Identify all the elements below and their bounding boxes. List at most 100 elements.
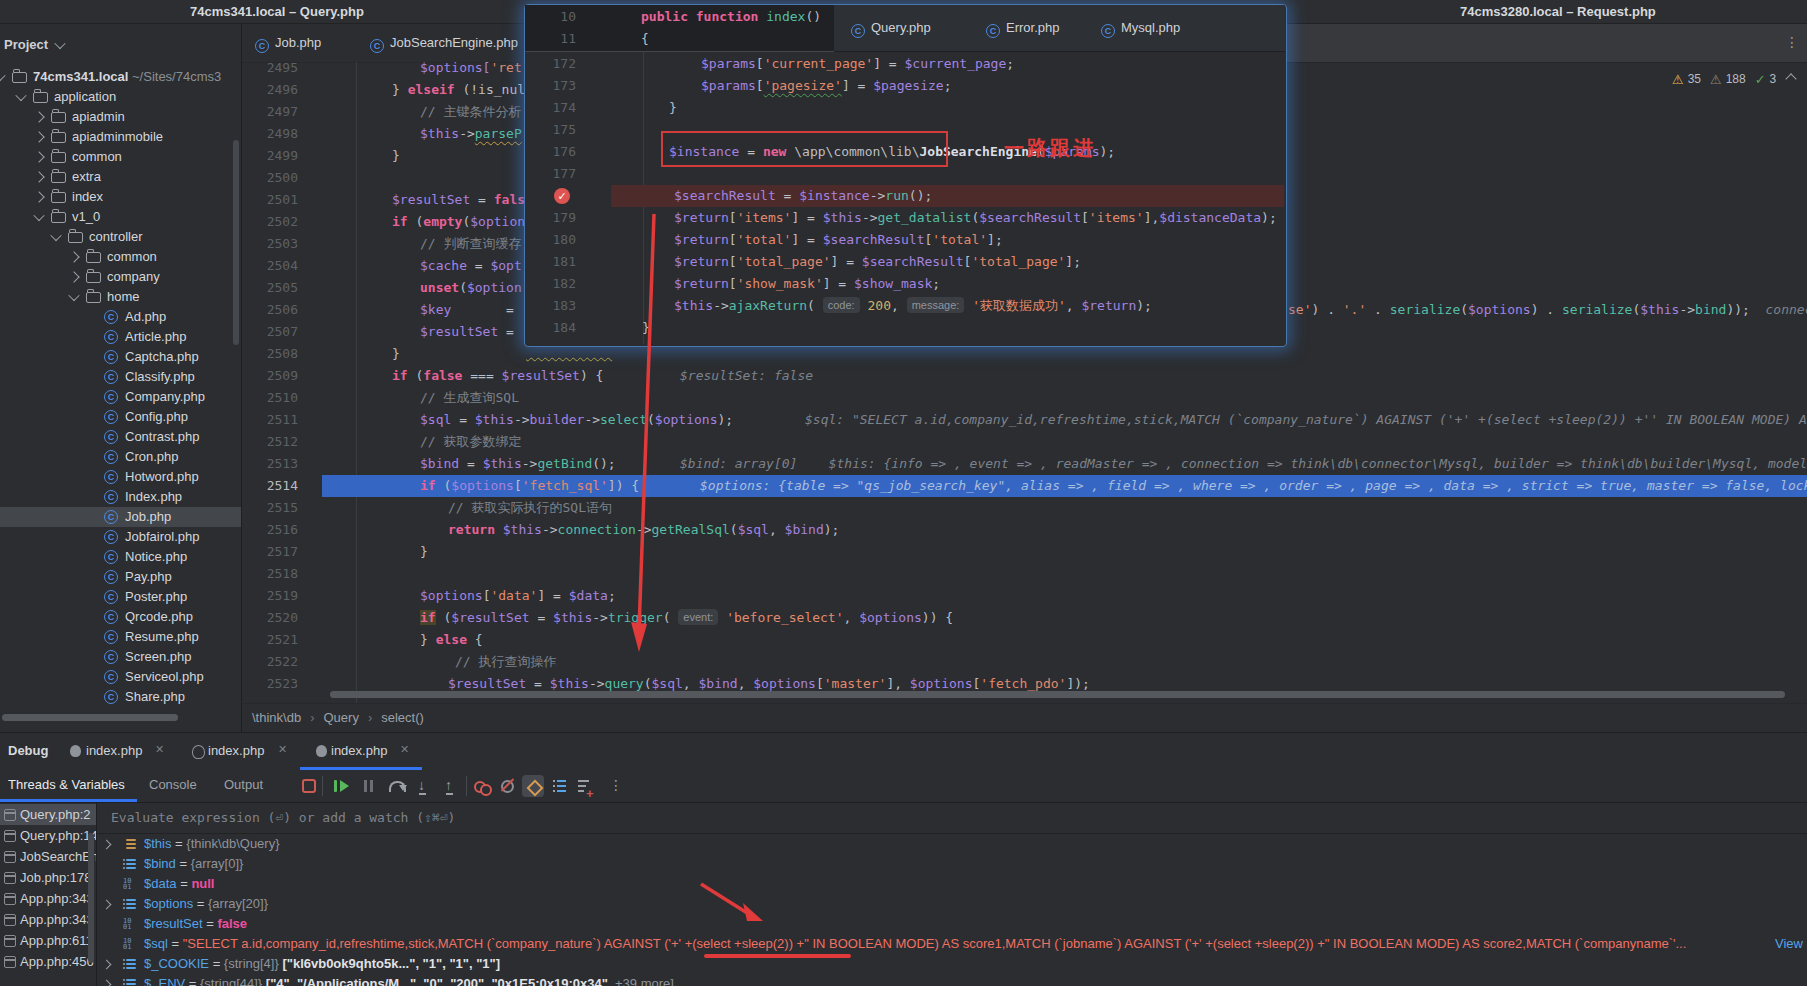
tree-item-captcha-php[interactable]: CCaptcha.php (0, 347, 241, 367)
step-over-button[interactable] (388, 777, 406, 795)
chevron-down-icon[interactable] (68, 290, 79, 301)
frame-row[interactable]: App.php:456 (0, 951, 96, 972)
threads-view-icon[interactable] (552, 777, 570, 795)
editor-horizontal-scrollbar[interactable] (330, 691, 1785, 698)
frame-row[interactable]: JobSearchEn (0, 846, 96, 867)
editor-tab-job-php[interactable]: CJob.php (255, 23, 321, 62)
tree-item-index[interactable]: index (0, 187, 241, 207)
tree-item-ad-php[interactable]: CAd.php (0, 307, 241, 327)
chevron-down-icon[interactable] (15, 90, 26, 101)
chevron-down-icon[interactable] (33, 210, 44, 221)
variable-row-resultset[interactable]: 1001$resultSet = false (97, 914, 1807, 934)
tree-item-common[interactable]: common (0, 247, 241, 267)
breakpoint-icon[interactable]: ✓ (554, 188, 570, 204)
tree-item-company[interactable]: company (0, 267, 241, 287)
tree-item-apiadminmobile[interactable]: apiadminmobile (0, 127, 241, 147)
tree-horizontal-scrollbar[interactable] (2, 714, 178, 721)
tree-item-resume-php[interactable]: CResume.php (0, 627, 241, 647)
chevron-right-icon[interactable] (33, 191, 44, 202)
breadcrumb-item[interactable]: select() (381, 710, 424, 725)
tree-item-config-php[interactable]: CConfig.php (0, 407, 241, 427)
editor-tab-jobsearchengine-php[interactable]: CJobSearchEngine.php (370, 23, 518, 62)
tree-item-share-php[interactable]: CShare.php (0, 687, 241, 707)
variable-row-_env[interactable]: $_ENV = {string[44]} ["4", "/Application… (97, 974, 1807, 986)
tree-item-article-php[interactable]: CArticle.php (0, 327, 241, 347)
variable-row-_cookie[interactable]: $_COOKIE = {string[4]} ["kl6vb0ok9qhto5k… (97, 954, 1807, 974)
tree-item-cron-php[interactable]: CCron.php (0, 447, 241, 467)
expander-icon[interactable] (102, 840, 112, 850)
tree-vertical-scrollbar[interactable] (233, 140, 239, 345)
step-into-button[interactable]: ↓ (415, 777, 433, 795)
chevron-right-icon[interactable] (68, 271, 79, 282)
show-execution-point-button[interactable] (524, 777, 542, 795)
tree-item-jobfairol-php[interactable]: CJobfairol.php (0, 527, 241, 547)
tree-item-controller[interactable]: controller (0, 227, 241, 247)
step-out-button[interactable]: ↑ (442, 777, 460, 795)
expander-icon[interactable] (102, 980, 112, 986)
popup-tab-query-php[interactable]: CQuery.php (851, 5, 931, 51)
debug-view-tab-console[interactable]: Console (149, 777, 197, 792)
tree-item-serviceol-php[interactable]: CServiceol.php (0, 667, 241, 687)
more-options-icon[interactable]: ⋮ (1785, 34, 1799, 50)
popup-tab-mysql-php[interactable]: CMysql.php (1101, 5, 1180, 51)
frame-row[interactable]: App.php:343 (0, 888, 96, 909)
mute-breakpoints-button[interactable] (499, 777, 517, 795)
variable-row-options[interactable]: $options = {array[20]} (97, 894, 1807, 914)
frame-row[interactable]: App.php:611 (0, 930, 96, 951)
debug-view-tab-threads-variables[interactable]: Threads & Variables (8, 777, 125, 792)
variable-row-bind[interactable]: $bind = {array[0]} (97, 854, 1807, 874)
chevron-right-icon[interactable] (68, 251, 79, 262)
tree-item-index-php[interactable]: CIndex.php (0, 487, 241, 507)
tree-item-notice-php[interactable]: CNotice.php (0, 547, 241, 567)
variable-row-sql[interactable]: 1001$sql = "SELECT a.id,company_id,refre… (97, 934, 1807, 954)
resume-button[interactable] (332, 777, 350, 795)
project-panel-header[interactable]: Project (4, 37, 64, 52)
debug-view-tab-output[interactable]: Output (224, 777, 263, 792)
expander-icon[interactable] (102, 900, 112, 910)
add-watch-button[interactable]: + (577, 777, 595, 795)
popup-tab-error-php[interactable]: CError.php (986, 5, 1059, 51)
tree-item-contrast-php[interactable]: CContrast.php (0, 427, 241, 447)
tree-item-home[interactable]: home (0, 287, 241, 307)
tree-item-74cms341-local[interactable]: 74cms341.local ~/Sites/74cms3 (0, 67, 241, 87)
inspections-widget[interactable]: ⚠35 ⚠188 ✓3 (1672, 69, 1795, 89)
tree-item-apiadmin[interactable]: apiadmin (0, 107, 241, 127)
chevron-down-icon[interactable] (0, 70, 6, 81)
frame-row[interactable]: App.php:343 (0, 909, 96, 930)
more-options-icon[interactable]: ⋮ (603, 777, 621, 795)
tree-item-hotword-php[interactable]: CHotword.php (0, 467, 241, 487)
tree-item-poster-php[interactable]: CPoster.php (0, 587, 241, 607)
view-link[interactable]: View (1775, 934, 1803, 954)
tree-item-application[interactable]: application (0, 87, 241, 107)
frames-scrollbar[interactable] (88, 833, 94, 963)
close-icon[interactable]: ✕ (400, 743, 409, 756)
tree-item-classify-php[interactable]: CClassify.php (0, 367, 241, 387)
tree-item-extra[interactable]: extra (0, 167, 241, 187)
tree-item-job-php[interactable]: CJob.php (0, 507, 241, 527)
chevron-right-icon[interactable] (33, 171, 44, 182)
chevron-up-icon[interactable] (1786, 73, 1797, 84)
tree-item-screen-php[interactable]: CScreen.php (0, 647, 241, 667)
frame-row[interactable]: Query.php:14 (0, 825, 96, 846)
frame-row[interactable]: Job.php:178 (0, 867, 96, 888)
tree-item-pay-php[interactable]: CPay.php (0, 567, 241, 587)
close-icon[interactable]: ✕ (155, 743, 164, 756)
tree-item-qrcode-php[interactable]: CQrcode.php (0, 607, 241, 627)
tree-item-company-php[interactable]: CCompany.php (0, 387, 241, 407)
breadcrumb-item[interactable]: Query (324, 710, 359, 725)
close-icon[interactable]: ✕ (278, 743, 287, 756)
expander-icon[interactable] (102, 960, 112, 970)
evaluate-expression-row[interactable]: Evaluate expression (⏎) or add a watch (… (97, 803, 1807, 834)
variable-row-data[interactable]: 1001$data = null (97, 874, 1807, 894)
pause-button[interactable] (360, 777, 378, 795)
view-breakpoints-button[interactable] (473, 777, 491, 795)
tree-item-v1-0[interactable]: v1_0 (0, 207, 241, 227)
stop-button[interactable] (300, 777, 318, 795)
frame-row[interactable]: Query.php:2 (0, 804, 96, 825)
breadcrumb-item[interactable]: \think\db (252, 710, 301, 725)
variable-row-this[interactable]: $this = {think\db\Query} (97, 834, 1807, 854)
chevron-right-icon[interactable] (33, 151, 44, 162)
chevron-right-icon[interactable] (33, 111, 44, 122)
chevron-down-icon[interactable] (50, 230, 61, 241)
chevron-right-icon[interactable] (33, 131, 44, 142)
